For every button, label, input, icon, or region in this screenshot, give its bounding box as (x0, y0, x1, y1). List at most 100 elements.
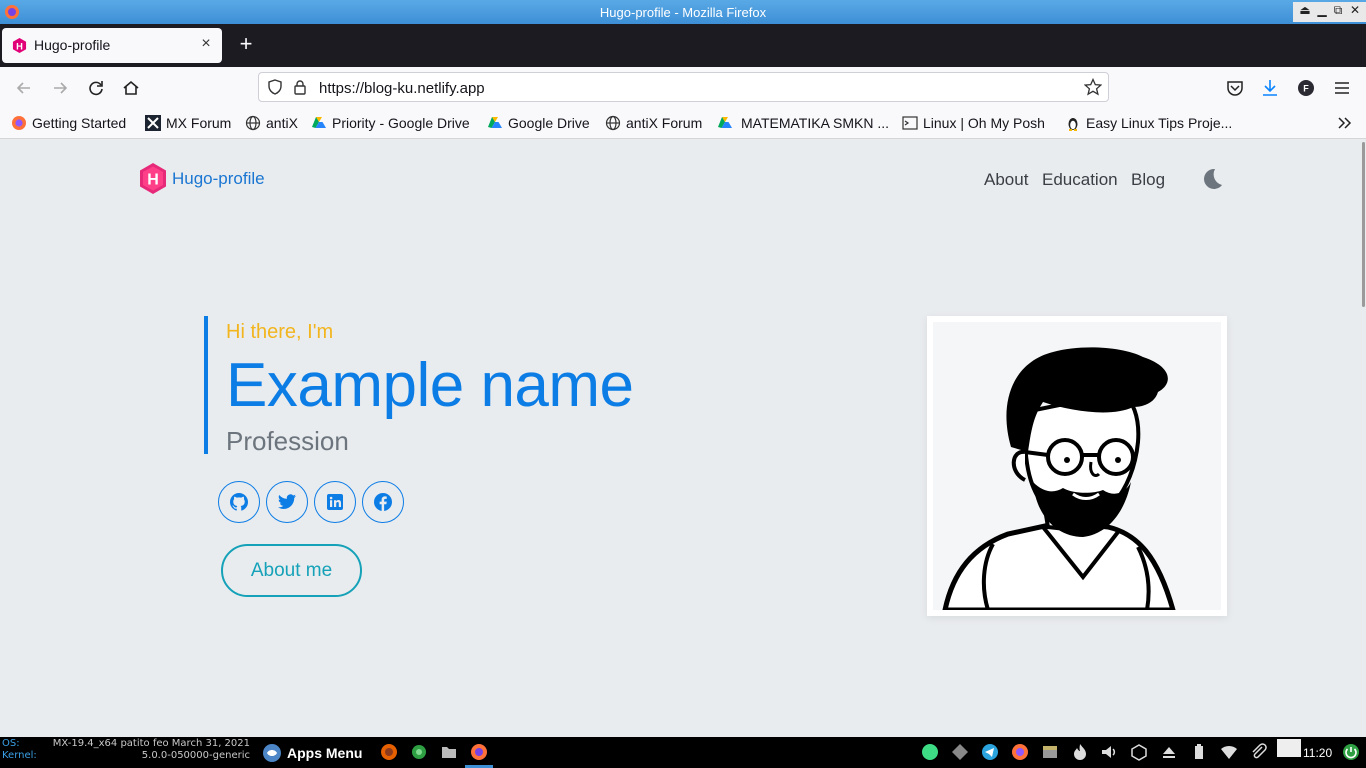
pocket-icon[interactable] (1224, 77, 1246, 99)
profile-photo-frame (927, 316, 1227, 616)
bookmark-label: Getting Started (32, 115, 127, 131)
eject-icon[interactable] (1160, 743, 1178, 761)
clipboard-icon[interactable] (1250, 743, 1268, 761)
lock-icon[interactable] (293, 79, 307, 95)
tab-hugo-profile[interactable]: H Hugo-profile × (2, 28, 222, 63)
system-info-widget: OS: MX-19.4_x64 patito feo March 31, 2021… (0, 737, 258, 768)
file-manager-icon[interactable] (440, 743, 458, 761)
globe-icon (605, 115, 621, 131)
navigation-toolbar: https://blog-ku.netlify.app F (0, 67, 1366, 107)
mx-icon (145, 115, 161, 131)
github-button[interactable] (218, 481, 260, 523)
nav-blog-link[interactable]: Blog (1131, 170, 1165, 190)
volume-icon[interactable] (1100, 743, 1118, 761)
close-tab-icon[interactable]: × (198, 35, 214, 53)
account-icon[interactable]: F (1295, 77, 1317, 99)
network-share-icon[interactable] (951, 743, 969, 761)
bookmark-label: Linux | Oh My Posh (923, 115, 1045, 131)
bookmarks-toolbar: Getting Started MX Forum antiX Priority … (0, 107, 1366, 139)
linkedin-button[interactable] (314, 481, 356, 523)
bookmark-label: Easy Linux Tips Proje... (1086, 115, 1233, 131)
hero-name: Example name (226, 351, 634, 420)
about-me-button[interactable]: About me (221, 544, 362, 597)
kernel-label: Kernel: (2, 750, 37, 761)
shield-icon[interactable] (267, 79, 283, 95)
cube-icon[interactable] (1130, 743, 1148, 761)
google-drive-icon (718, 117, 732, 128)
hero-accent-bar (204, 316, 208, 454)
forward-icon[interactable] (49, 77, 71, 99)
battery-icon[interactable] (1190, 743, 1208, 761)
package-manager-icon[interactable] (1041, 743, 1059, 761)
url-text[interactable]: https://blog-ku.netlify.app (319, 80, 485, 97)
back-icon[interactable] (13, 77, 35, 99)
address-bar[interactable]: https://blog-ku.netlify.app (258, 72, 1109, 102)
page-scrollbar[interactable] (1362, 142, 1365, 307)
home-icon[interactable] (120, 77, 142, 99)
bookmark-label: Priority - Google Drive (332, 115, 470, 131)
firefox-icon (12, 116, 26, 130)
twitter-button[interactable] (266, 481, 308, 523)
nav-about-link[interactable]: About (984, 170, 1028, 190)
hugo-logo-icon: H (140, 163, 166, 194)
firefox-window-icon[interactable] (470, 743, 488, 761)
shade-icon[interactable]: ⏏ (1297, 3, 1313, 20)
apps-menu-label: Apps Menu (287, 745, 363, 761)
new-tab-button[interactable]: + (236, 33, 256, 56)
linkedin-icon (327, 494, 343, 510)
hero-greeting: Hi there, I'm (226, 321, 334, 343)
nav-education-link[interactable]: Education (1042, 170, 1118, 190)
bookmark-item[interactable]: MX Forum (145, 114, 231, 132)
firefox-tray-icon[interactable] (1011, 743, 1029, 761)
bookmark-item[interactable]: MATEMATIKA SMKN ... (717, 114, 889, 132)
firefox-launcher-icon[interactable] (380, 743, 398, 761)
os-label: OS: (2, 738, 20, 749)
svg-text:H: H (147, 172, 159, 189)
avatar-illustration (942, 347, 1176, 610)
hero-profession: Profession (226, 426, 349, 456)
bookmark-item[interactable]: Easy Linux Tips Proje... (1065, 114, 1232, 132)
bookmark-item[interactable]: Priority - Google Drive (311, 114, 470, 132)
taskbar: OS: MX-19.4_x64 patito feo March 31, 2021… (0, 737, 1366, 768)
hamburger-menu-icon[interactable] (1331, 77, 1353, 99)
chevron-more-icon[interactable] (1336, 115, 1354, 131)
terminal-icon (902, 116, 918, 130)
dark-mode-toggle-icon[interactable] (1200, 167, 1224, 191)
site-brand[interactable]: H Hugo-profile (138, 162, 265, 195)
wifi-icon[interactable] (1220, 743, 1238, 761)
brand-name: Hugo-profile (172, 168, 265, 188)
logout-icon[interactable] (1342, 743, 1360, 761)
android-icon[interactable] (921, 743, 939, 761)
reload-icon[interactable] (85, 77, 107, 99)
apps-menu-icon (263, 744, 281, 762)
github-icon (230, 493, 248, 511)
bookmark-item[interactable]: antiX (245, 114, 298, 132)
telegram-icon[interactable] (981, 743, 999, 761)
downloads-icon[interactable] (1259, 77, 1281, 99)
google-drive-icon (312, 117, 326, 128)
bookmark-label: antiX (266, 115, 298, 131)
close-window-icon[interactable]: ✕ (1347, 3, 1363, 20)
bookmark-item[interactable]: antiX Forum (605, 114, 702, 132)
bookmark-star-icon[interactable] (1084, 78, 1102, 96)
twitter-icon (278, 494, 296, 509)
facebook-button[interactable] (362, 481, 404, 523)
bookmark-item[interactable]: Getting Started (11, 114, 126, 132)
clock: 11:20 (1303, 746, 1333, 760)
tux-icon (1068, 118, 1078, 131)
tab-strip: H Hugo-profile × + (0, 24, 1366, 67)
apps-menu-button[interactable]: Apps Menu (262, 741, 362, 765)
facebook-icon (374, 493, 392, 511)
web-page: H Hugo-profile About Education Blog Hi t… (0, 140, 1366, 737)
bookmark-item[interactable]: Linux | Oh My Posh (902, 114, 1045, 132)
workspace-pager[interactable] (1277, 739, 1301, 757)
bookmark-item[interactable]: Google Drive (487, 114, 590, 132)
bookmark-label: MX Forum (166, 115, 232, 131)
globe-icon (245, 115, 261, 131)
flame-icon[interactable] (1071, 743, 1089, 761)
svg-text:H: H (16, 41, 23, 51)
maximize-icon[interactable]: ⧉ (1330, 3, 1346, 20)
bookmark-label: Google Drive (508, 115, 590, 131)
app-launcher-icon[interactable] (410, 743, 428, 761)
minimize-icon[interactable]: ▁ (1314, 3, 1330, 20)
